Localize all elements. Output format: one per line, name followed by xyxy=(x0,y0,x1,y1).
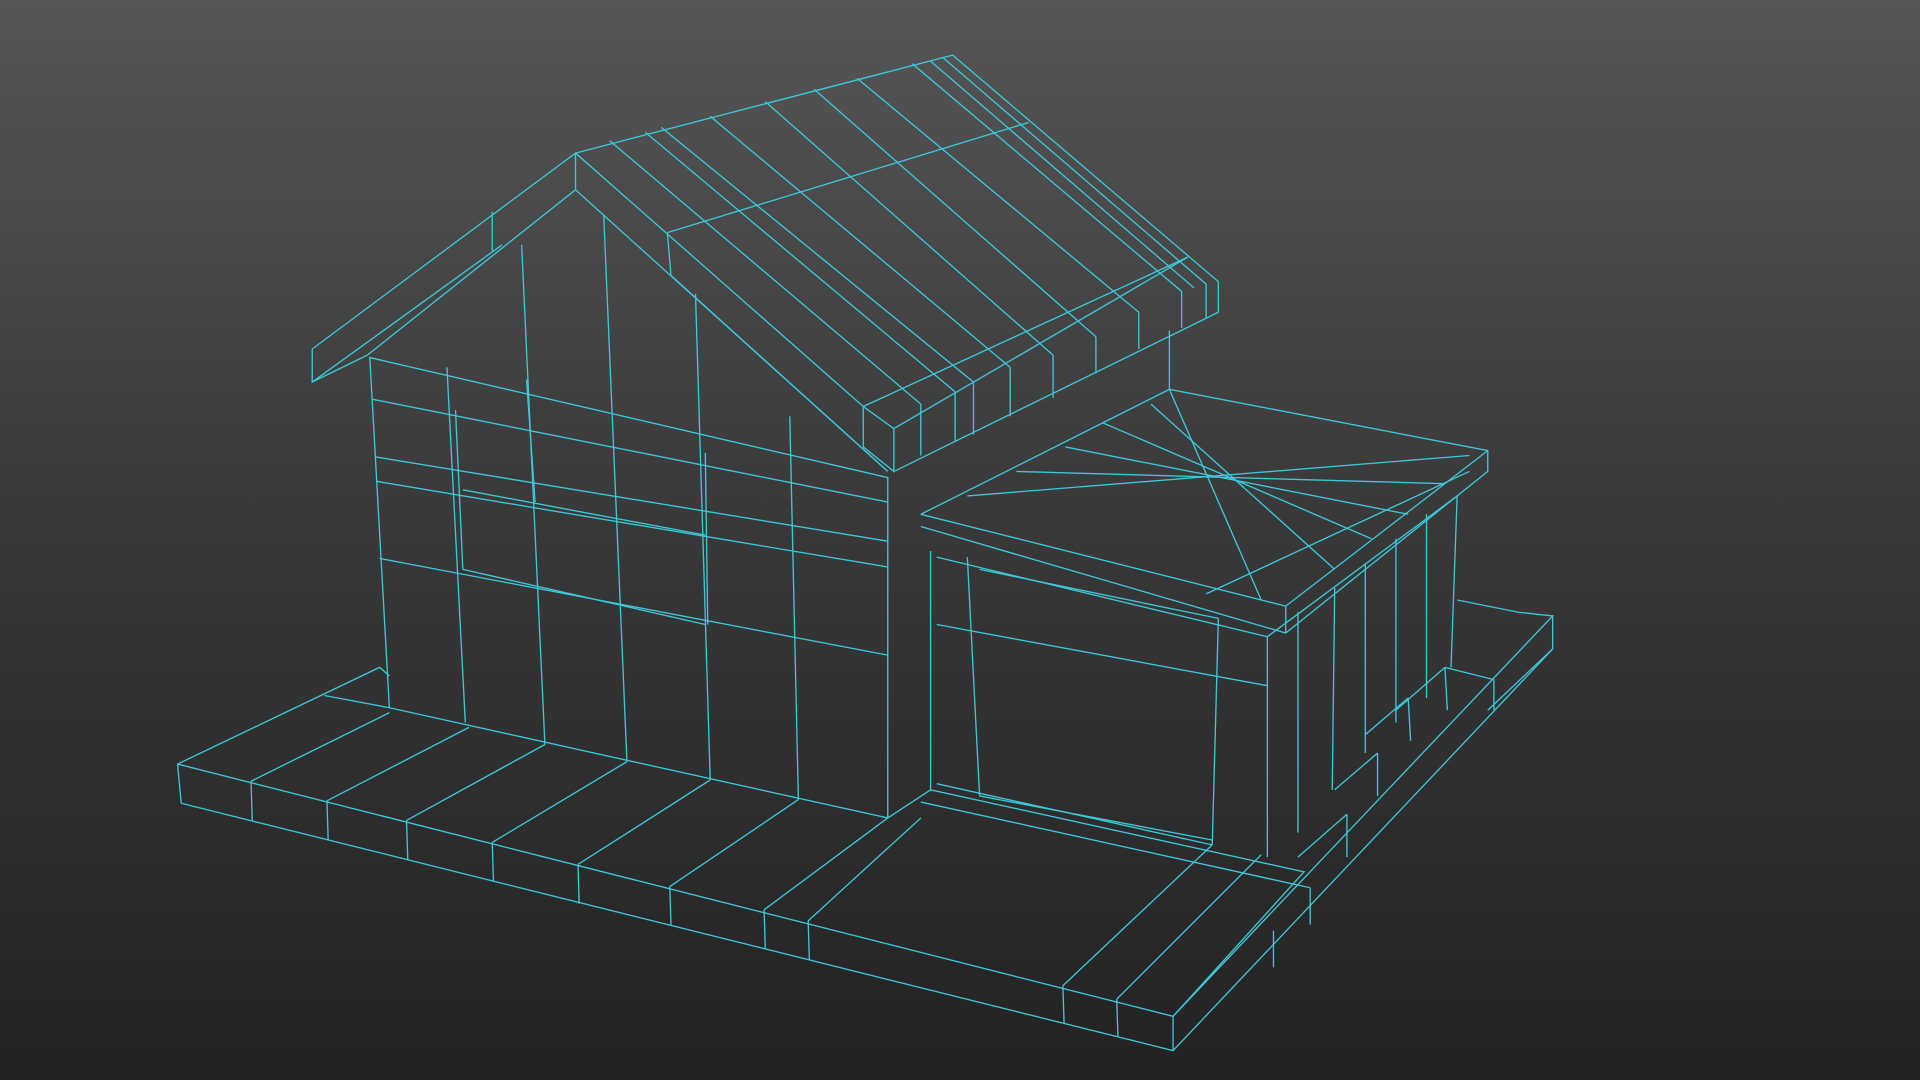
wireframe-edge xyxy=(1444,667,1449,711)
wireframe-edge xyxy=(462,489,706,536)
wireframe-edge xyxy=(520,244,546,745)
wireframe-edge xyxy=(491,761,628,844)
wireframe-edge xyxy=(1487,648,1554,711)
wireframe-edge xyxy=(920,513,1286,607)
wireframe-edge xyxy=(1297,813,1348,858)
wireframe-edge xyxy=(709,115,1011,368)
wireframe-edge xyxy=(887,789,1306,1017)
wireframe-edge xyxy=(406,743,546,821)
wireframe-edge xyxy=(669,886,672,926)
wireframe-edge xyxy=(670,275,889,472)
wireframe-edge xyxy=(920,801,1311,889)
wireframe-edge xyxy=(807,817,922,922)
wireframe-edge xyxy=(856,77,1140,313)
wireframe-edge xyxy=(911,63,1183,292)
wireframe-edge xyxy=(1116,854,1262,1000)
main-house-front-wall xyxy=(369,214,889,819)
wireframe-edge xyxy=(942,57,1207,285)
wireframe-edge xyxy=(1457,599,1519,613)
wireframe-edge xyxy=(789,416,800,800)
wireframe-edge xyxy=(666,232,672,276)
wireframe-edge xyxy=(967,454,1470,497)
wireframe-edge xyxy=(704,453,709,625)
wireframe-edge xyxy=(644,131,956,393)
wireframe-edge xyxy=(375,480,888,568)
wireframe-edge xyxy=(763,817,889,911)
wireframe-edge xyxy=(609,140,922,405)
wireframe-edge xyxy=(575,152,864,408)
wireframe-edge xyxy=(405,820,409,860)
garage-wing xyxy=(920,388,1489,858)
wireframe-edge xyxy=(930,60,1195,289)
wireframe-edge xyxy=(1211,618,1220,845)
wireframe-edge xyxy=(177,666,390,765)
wireframe-edge xyxy=(807,920,811,961)
wireframe-edge xyxy=(764,101,1054,356)
wireframe-edge xyxy=(1407,697,1412,741)
base-slab xyxy=(176,599,1555,1052)
wireframe-edge xyxy=(369,356,889,819)
wireframe-edge xyxy=(1062,985,1065,1024)
wireframe-edge xyxy=(1444,666,1495,681)
wireframe-edge xyxy=(1266,495,1458,638)
wireframe-edge xyxy=(667,121,1029,234)
wireframe-edge xyxy=(1364,697,1409,736)
wireframe-edge xyxy=(1062,844,1213,987)
wireframe-edge xyxy=(250,712,390,782)
wireframe-edge xyxy=(176,764,182,804)
wireframe-edge xyxy=(311,244,503,383)
wireframe-edge xyxy=(1331,587,1336,790)
wireframe-edge xyxy=(979,568,1219,620)
wireframe-edge xyxy=(1150,403,1336,570)
wireframe-edge xyxy=(379,557,888,656)
wireframe-edge xyxy=(1450,495,1458,668)
wireframe-edge xyxy=(1285,450,1489,607)
wireframe-edge xyxy=(979,795,1213,841)
wireframe-edge xyxy=(250,781,253,821)
wireframe-edge xyxy=(1395,666,1446,711)
wireframe-edge xyxy=(326,800,329,841)
wireframe-edge xyxy=(813,88,1097,338)
wireframe-edge xyxy=(1168,389,1262,601)
wireframe-edge xyxy=(862,405,895,473)
wireframe-edge xyxy=(577,779,711,866)
wireframe-edge xyxy=(324,694,390,709)
wireframe-edge xyxy=(669,799,799,888)
wireframe-edge xyxy=(491,842,495,882)
wireframe-edge xyxy=(326,726,470,802)
wireframe-edge xyxy=(660,126,974,383)
wireframe-edge xyxy=(763,909,766,950)
3d-viewport[interactable] xyxy=(0,0,1920,1080)
wireframe-edge xyxy=(966,557,981,796)
wireframe-edge xyxy=(1334,752,1378,791)
wireframe-edge xyxy=(577,864,580,904)
wireframe-edge xyxy=(462,568,706,626)
wireframe-edge xyxy=(366,189,576,356)
gable-and-roof xyxy=(311,54,1220,473)
wireframe-edge xyxy=(525,379,536,503)
wireframe-edge xyxy=(920,388,1489,634)
wireframe-edge xyxy=(1116,999,1119,1038)
wireframe-edge xyxy=(603,214,628,762)
wireframe-edge xyxy=(311,348,368,384)
